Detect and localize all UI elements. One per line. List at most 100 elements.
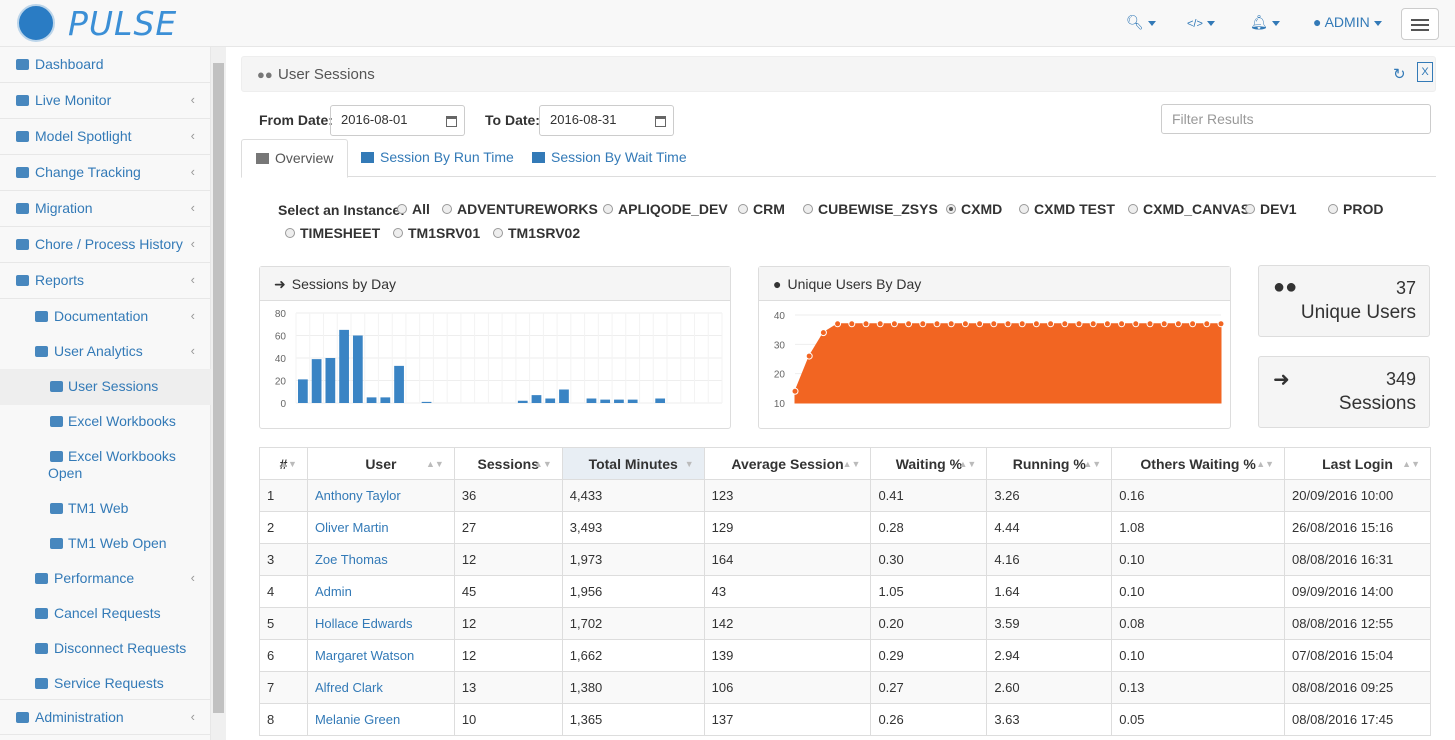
bar[interactable]	[311, 359, 322, 403]
table-row[interactable]: 8 Melanie Green 10 1,365 137 0.26 3.63 0.05 08/0…	[259, 703, 1431, 736]
column-header-user[interactable]: User ▲▼	[306, 447, 455, 480]
sidebar-item-model-spotlight[interactable]: Model Spotlight ‹	[0, 119, 211, 155]
table-row[interactable]: 4 Admin 45 1,956 43 1.05 1.64 0.10 09/09/2016 14…	[259, 575, 1431, 608]
bar[interactable]	[586, 398, 597, 404]
data-point[interactable]	[1018, 320, 1026, 328]
sidebar-item-performance[interactable]: Performance ‹	[0, 561, 211, 597]
instance-option-label[interactable]: CXMD	[961, 201, 1002, 217]
from-date-calendar-button[interactable]	[438, 105, 465, 136]
table-row[interactable]: 5 Hollace Edwards 12 1,702 142 0.20 3.59 0.08 08…	[259, 607, 1431, 640]
sidebar-item-change-tracking[interactable]: Change Tracking ‹	[0, 155, 211, 191]
data-point[interactable]	[848, 320, 856, 328]
instance-radio-prod[interactable]	[1328, 204, 1338, 214]
data-point[interactable]	[1160, 320, 1168, 328]
instance-radio-adventureworks[interactable]	[442, 204, 452, 214]
to-date-input[interactable]: 2016-08-31	[539, 105, 648, 136]
code-menu[interactable]: </>	[1187, 14, 1215, 30]
data-point[interactable]	[819, 329, 827, 337]
instance-option-label[interactable]: CUBEWISE_ZSYS	[818, 201, 938, 217]
table-row[interactable]: 7 Alfred Clark 13 1,380 106 0.27 2.60 0.13 08/08…	[259, 671, 1431, 704]
column-header-average-session[interactable]: Average Session ▲▼	[703, 447, 872, 480]
table-row[interactable]: 3 Zoe Thomas 12 1,973 164 0.30 4.16 0.10 08/08/2…	[259, 543, 1431, 576]
data-point[interactable]	[933, 320, 941, 328]
instance-option-label[interactable]: ADVENTUREWORKS	[457, 201, 598, 217]
data-point[interactable]	[1132, 320, 1140, 328]
bar[interactable]	[627, 399, 638, 403]
data-point[interactable]	[1118, 320, 1126, 328]
data-point[interactable]	[990, 320, 998, 328]
instance-option-label[interactable]: CXMD_CANVAS	[1143, 201, 1250, 217]
instance-option-label[interactable]: TIMESHEET	[300, 225, 380, 241]
data-point[interactable]	[1075, 320, 1083, 328]
instance-option-label[interactable]: CRM	[753, 201, 785, 217]
instance-radio-cxmd-test[interactable]	[1019, 204, 1029, 214]
sidebar-item-dashboard[interactable]: Dashboard	[0, 47, 211, 83]
search-menu[interactable]: 🔍︎	[1126, 14, 1156, 31]
bar[interactable]	[380, 397, 391, 403]
sidebar-item-migration[interactable]: Migration ‹	[0, 191, 211, 227]
sidebar-item-user-sessions[interactable]: User Sessions	[0, 369, 211, 405]
table-row[interactable]: 1 Anthony Taylor 36 4,433 123 0.41 3.26 0.16 20/…	[259, 479, 1431, 512]
tab-session-by-run-time[interactable]: Session By Run Time	[347, 139, 528, 178]
tab-overview[interactable]: Overview	[241, 139, 349, 178]
to-date-calendar-button[interactable]	[647, 105, 674, 136]
data-point[interactable]	[862, 320, 870, 328]
instance-radio-crm[interactable]	[738, 204, 748, 214]
column-header-waiting[interactable]: Waiting % ▲▼	[870, 447, 988, 480]
table-row[interactable]: 2 Oliver Martin 27 3,493 129 0.28 4.44 1.08 26/0…	[259, 511, 1431, 544]
column-header-others-waiting[interactable]: Others Waiting % ▲▼	[1111, 447, 1286, 480]
data-point[interactable]	[1146, 320, 1154, 328]
instance-radio-cubewise-zsys[interactable]	[803, 204, 813, 214]
instance-option-label[interactable]: PROD	[1343, 201, 1383, 217]
table-cell[interactable]: Hollace Edwards	[306, 607, 455, 640]
user-menu[interactable]: ● ADMIN	[1313, 14, 1382, 30]
table-cell[interactable]: Melanie Green	[306, 703, 455, 736]
instance-option-label[interactable]: TM1SRV02	[508, 225, 580, 241]
data-point[interactable]	[1032, 320, 1040, 328]
data-point[interactable]	[1061, 320, 1069, 328]
sidebar-item-reports[interactable]: Reports ‹	[0, 263, 211, 299]
data-point[interactable]	[834, 320, 842, 328]
column-header-last-login[interactable]: Last Login ▲▼	[1284, 447, 1431, 480]
bar[interactable]	[352, 335, 363, 404]
sidebar-item-cancel-requests[interactable]: Cancel Requests	[0, 596, 211, 632]
data-point[interactable]	[1203, 320, 1211, 328]
filter-results-input[interactable]: Filter Results	[1161, 104, 1431, 134]
sidebar-item-excel-workbooks-open[interactable]: Excel Workbooks Open	[0, 439, 211, 491]
instance-radio-tm1srv01[interactable]	[393, 228, 403, 238]
data-point[interactable]	[1189, 320, 1197, 328]
instance-option-label[interactable]: APLIQODE_DEV	[618, 201, 728, 217]
table-cell[interactable]: Alfred Clark	[306, 671, 455, 704]
table-cell[interactable]: Admin	[306, 575, 455, 608]
instance-radio-cxmd[interactable]	[946, 204, 956, 214]
bar[interactable]	[655, 398, 666, 404]
bar[interactable]	[545, 398, 556, 404]
column-header-sessions[interactable]: Sessions ▲▼	[453, 447, 563, 480]
bar[interactable]	[325, 358, 336, 403]
bar[interactable]	[421, 401, 432, 403]
instance-radio-timesheet[interactable]	[285, 228, 295, 238]
data-point[interactable]	[876, 320, 884, 328]
menu-toggle-button[interactable]	[1401, 8, 1439, 40]
table-cell[interactable]: Margaret Watson	[306, 639, 455, 672]
excel-export-icon[interactable]: X	[1417, 62, 1433, 82]
sidebar-item-excel-workbooks[interactable]: Excel Workbooks	[0, 404, 211, 440]
data-point[interactable]	[805, 352, 813, 360]
instance-option-label[interactable]: DEV1	[1260, 201, 1297, 217]
sidebar-item-tm1-web[interactable]: TM1 Web	[0, 491, 211, 527]
data-point[interactable]	[1103, 320, 1111, 328]
data-point[interactable]	[1004, 320, 1012, 328]
data-point[interactable]	[905, 320, 913, 328]
bar[interactable]	[614, 399, 624, 403]
refresh-icon[interactable]: ↻	[1393, 65, 1406, 83]
tab-session-by-wait-time[interactable]: Session By Wait Time	[518, 139, 701, 178]
bar[interactable]	[339, 329, 349, 403]
data-point[interactable]	[791, 387, 799, 395]
bar[interactable]	[517, 400, 528, 403]
data-point[interactable]	[1174, 320, 1182, 328]
sidebar-item-service-requests[interactable]: Service Requests	[0, 666, 211, 702]
bar[interactable]	[559, 389, 569, 404]
from-date-input[interactable]: 2016-08-01	[330, 105, 439, 136]
data-point[interactable]	[976, 320, 984, 328]
table-cell[interactable]: Zoe Thomas	[306, 543, 455, 576]
